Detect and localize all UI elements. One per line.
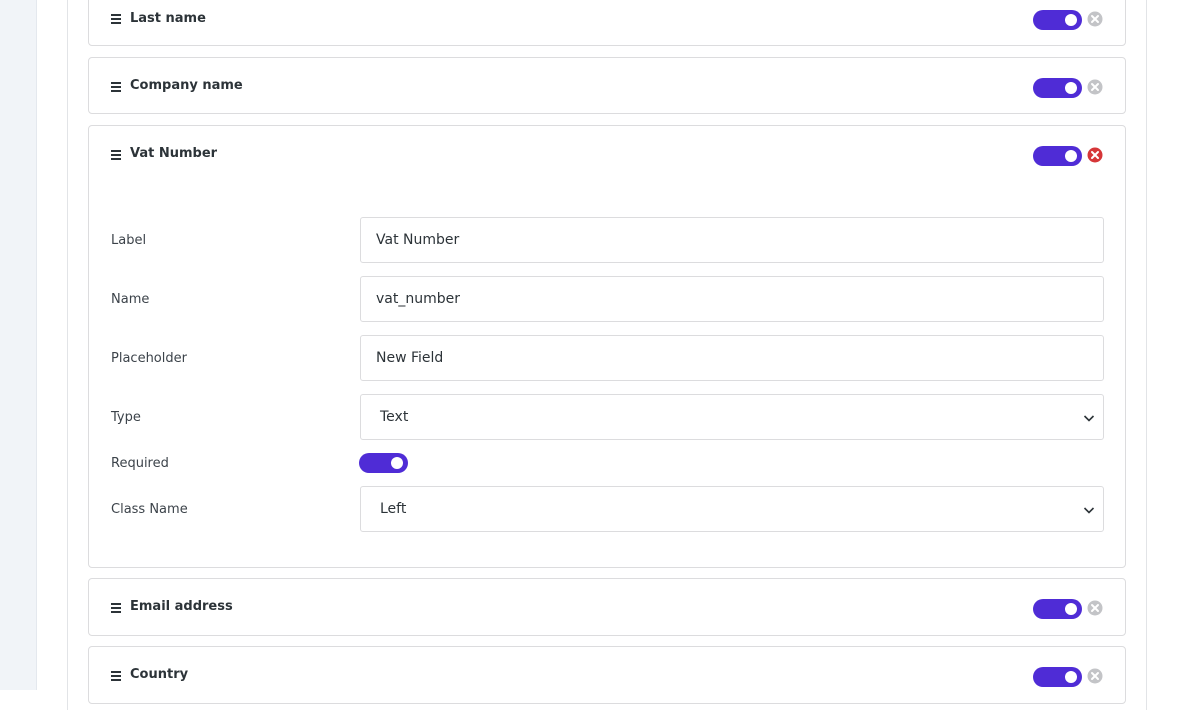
type-field-label: Type (111, 410, 141, 425)
field-card-company-name: Company name (88, 57, 1126, 114)
field-enable-toggle[interactable] (1033, 146, 1082, 166)
required-field-label: Required (111, 456, 169, 471)
name-field-label: Name (111, 292, 150, 307)
drag-handle-icon[interactable] (111, 82, 121, 92)
sidebar-strip (0, 0, 37, 690)
chevron-down-icon (1083, 507, 1095, 514)
field-enable-toggle[interactable] (1033, 10, 1082, 30)
field-title: Country (130, 667, 189, 682)
label-field-label: Label (111, 233, 147, 248)
field-title: Company name (130, 78, 243, 93)
drag-handle-icon[interactable] (111, 150, 121, 160)
field-title: Vat Number (130, 146, 218, 161)
field-card-email-address: Email address (88, 578, 1126, 636)
field-enable-toggle[interactable] (1033, 78, 1082, 98)
field-title: Email address (130, 599, 233, 614)
class-name-field-label: Class Name (111, 502, 188, 517)
field-card-country: Country (88, 646, 1126, 704)
placeholder-input[interactable]: New Field (360, 335, 1104, 381)
chevron-down-icon (1083, 415, 1095, 422)
type-select[interactable]: Text (360, 394, 1104, 440)
placeholder-field-label: Placeholder (111, 351, 187, 366)
class-name-select[interactable]: Left (360, 486, 1104, 532)
remove-circle-icon[interactable] (1087, 11, 1103, 27)
field-enable-toggle[interactable] (1033, 667, 1082, 687)
remove-circle-icon[interactable] (1087, 668, 1103, 684)
class-name-select-value: Left (380, 501, 407, 517)
drag-handle-icon[interactable] (111, 603, 121, 613)
drag-handle-icon[interactable] (111, 671, 121, 681)
name-input[interactable]: vat_number (360, 276, 1104, 322)
field-card-last-name: Last name (88, 0, 1126, 46)
remove-circle-icon[interactable] (1087, 600, 1103, 616)
label-input[interactable]: Vat Number (360, 217, 1104, 263)
remove-circle-icon[interactable] (1087, 79, 1103, 95)
type-select-value: Text (380, 409, 409, 425)
field-title: Last name (130, 11, 206, 26)
field-enable-toggle[interactable] (1033, 599, 1082, 619)
drag-handle-icon[interactable] (111, 14, 121, 24)
required-toggle[interactable] (359, 453, 408, 473)
remove-circle-icon[interactable] (1087, 147, 1103, 163)
